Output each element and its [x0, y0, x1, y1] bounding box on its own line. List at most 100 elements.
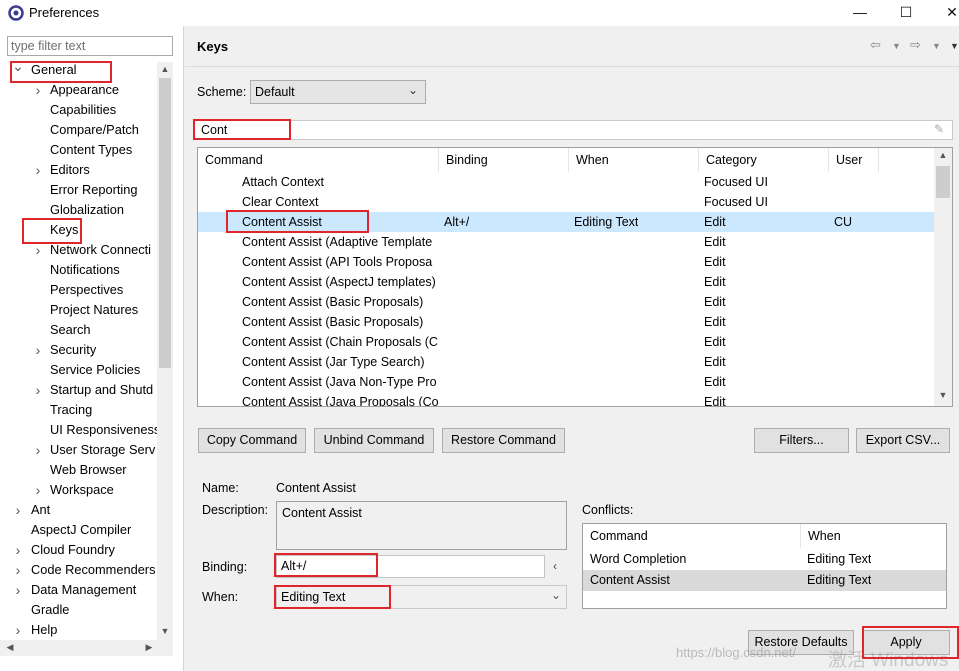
conflict-row[interactable]: Content Assist Editing Text	[583, 570, 946, 591]
tree-item-ant[interactable]: › Ant	[0, 500, 157, 520]
forward-icon[interactable]: ⇨	[910, 37, 921, 53]
filter-input[interactable]	[7, 36, 173, 56]
scroll-left-icon[interactable]: ◀	[2, 642, 18, 653]
column-header-when[interactable]: When	[569, 148, 699, 172]
conflicts-column-command[interactable]: Command	[583, 524, 801, 548]
back-menu-icon[interactable]: ▼	[892, 41, 901, 51]
keys-filter-value: Cont	[201, 123, 228, 137]
maximize-button[interactable]: ☐	[883, 1, 929, 25]
scroll-up-icon[interactable]: ▲	[157, 64, 173, 74]
collapsed-chevron-icon[interactable]: ›	[32, 440, 44, 460]
conflict-row[interactable]: Word Completion Editing Text	[583, 549, 946, 570]
tree-item-error-reporting[interactable]: Error Reporting	[0, 180, 157, 200]
scroll-right-icon[interactable]: ▶	[141, 642, 157, 653]
tree-item-general[interactable]: ⌄ General	[0, 60, 157, 80]
export-csv-button[interactable]: Export CSV...	[856, 428, 950, 453]
cell-command: Attach Context	[242, 175, 324, 189]
tree-item-startup-shutdown[interactable]: › Startup and Shutd	[0, 380, 157, 400]
table-row[interactable]: Content Assist (AspectJ templates) Edit	[198, 272, 934, 292]
table-row[interactable]: Content Assist Alt+/ Editing Text Edit CU	[198, 212, 934, 232]
tree-item-network-connections[interactable]: › Network Connecti	[0, 240, 157, 260]
view-menu-icon[interactable]: ▼	[950, 41, 959, 51]
tree-item-data-management[interactable]: › Data Management	[0, 580, 157, 600]
tree-item-notifications[interactable]: Notifications	[0, 260, 157, 280]
tree-item-security[interactable]: › Security	[0, 340, 157, 360]
cell-binding: Alt+/	[444, 215, 470, 229]
table-row[interactable]: Content Assist (API Tools Proposa Edit	[198, 252, 934, 272]
tree-item-content-types[interactable]: Content Types	[0, 140, 157, 160]
tree-item-project-natures[interactable]: Project Natures	[0, 300, 157, 320]
forward-menu-icon[interactable]: ▼	[932, 41, 941, 51]
collapsed-chevron-icon[interactable]: ›	[32, 380, 44, 400]
unbind-command-button[interactable]: Unbind Command	[314, 428, 434, 453]
scroll-down-icon[interactable]: ▼	[157, 626, 173, 636]
binding-menu-icon[interactable]: ‹	[553, 559, 557, 573]
collapsed-chevron-icon[interactable]: ›	[32, 160, 44, 180]
conflicts-column-when[interactable]: When	[801, 524, 946, 548]
cell-category: Edit	[704, 235, 726, 249]
collapsed-chevron-icon[interactable]: ›	[12, 500, 24, 520]
collapsed-chevron-icon[interactable]: ›	[32, 80, 44, 100]
column-header-binding[interactable]: Binding	[439, 148, 569, 172]
tree-item-workspace[interactable]: › Workspace	[0, 480, 157, 500]
tree-item-capabilities[interactable]: Capabilities	[0, 100, 157, 120]
table-row[interactable]: Content Assist (Java Proposals (Co Edit	[198, 392, 934, 406]
collapsed-chevron-icon[interactable]: ›	[32, 480, 44, 500]
tree-item-tracing[interactable]: Tracing	[0, 400, 157, 420]
table-row[interactable]: Attach Context Focused UI	[198, 172, 934, 192]
cell-category: Edit	[704, 255, 726, 269]
binding-input[interactable]: Alt+/	[276, 555, 545, 578]
tree-item-label: Code Recommenders	[31, 562, 156, 577]
chevron-down-icon[interactable]: ⌄	[408, 83, 418, 97]
table-row[interactable]: Content Assist (Chain Proposals (C Edit	[198, 332, 934, 352]
scroll-up-icon[interactable]: ▲	[935, 150, 951, 160]
back-icon[interactable]: ⇦	[870, 37, 881, 53]
table-row[interactable]: Content Assist (Basic Proposals) Edit	[198, 292, 934, 312]
restore-command-button[interactable]: Restore Command	[442, 428, 565, 453]
tree-item-code-recommenders[interactable]: › Code Recommenders	[0, 560, 157, 580]
clear-filter-icon[interactable]: ✎	[934, 122, 944, 136]
scroll-down-icon[interactable]: ▼	[935, 390, 951, 400]
table-row[interactable]: Clear Context Focused UI	[198, 192, 934, 212]
collapsed-chevron-icon[interactable]: ›	[32, 340, 44, 360]
tree-item-globalization[interactable]: Globalization	[0, 200, 157, 220]
tree-item-compare-patch[interactable]: Compare/Patch	[0, 120, 157, 140]
column-header-user[interactable]: User	[829, 148, 879, 172]
tree-item-perspectives[interactable]: Perspectives	[0, 280, 157, 300]
cell-when: Editing Text	[574, 215, 639, 229]
tree-item-gradle[interactable]: Gradle	[0, 600, 157, 620]
tree-item-search[interactable]: Search	[0, 320, 157, 340]
chevron-down-icon[interactable]: ⌄	[551, 588, 561, 602]
minimize-button[interactable]: —	[837, 1, 883, 25]
tree-item-cloud-foundry[interactable]: › Cloud Foundry	[0, 540, 157, 560]
collapsed-chevron-icon[interactable]: ›	[12, 620, 24, 640]
table-row[interactable]: Content Assist (Java Non-Type Pro Edit	[198, 372, 934, 392]
tree-item-appearance[interactable]: › Appearance	[0, 80, 157, 100]
collapsed-chevron-icon[interactable]: ›	[12, 580, 24, 600]
copy-command-button[interactable]: Copy Command	[198, 428, 306, 453]
when-select[interactable]: Editing Text	[276, 585, 567, 609]
close-button[interactable]: ✕	[929, 1, 959, 25]
tree-item-aspectj-compiler[interactable]: AspectJ Compiler	[0, 520, 157, 540]
collapsed-chevron-icon[interactable]: ›	[12, 540, 24, 560]
table-row[interactable]: Content Assist (Basic Proposals) Edit	[198, 312, 934, 332]
scheme-label: Scheme:	[197, 85, 247, 99]
column-header-category[interactable]: Category	[699, 148, 829, 172]
tree-item-user-storage[interactable]: › User Storage Serv	[0, 440, 157, 460]
expanded-chevron-icon[interactable]: ⌄	[12, 60, 24, 76]
table-row[interactable]: Content Assist (Adaptive Template Edit	[198, 232, 934, 252]
tree-item-web-browser[interactable]: Web Browser	[0, 460, 157, 480]
commands-scroll-thumb[interactable]	[936, 166, 950, 198]
tree-item-ui-responsiveness[interactable]: UI Responsiveness	[0, 420, 157, 440]
tree-item-editors[interactable]: › Editors	[0, 160, 157, 180]
keys-filter-input[interactable]: Cont	[193, 120, 953, 140]
tree-item-service-policies[interactable]: Service Policies	[0, 360, 157, 380]
tree-item-help[interactable]: › Help	[0, 620, 157, 640]
tree-item-keys[interactable]: Keys	[0, 220, 157, 240]
scheme-select[interactable]: Default	[250, 80, 426, 104]
collapsed-chevron-icon[interactable]: ›	[32, 240, 44, 260]
tree-scroll-thumb[interactable]	[159, 78, 171, 368]
filters-button[interactable]: Filters...	[754, 428, 849, 453]
collapsed-chevron-icon[interactable]: ›	[12, 560, 24, 580]
table-row[interactable]: Content Assist (Jar Type Search) Edit	[198, 352, 934, 372]
